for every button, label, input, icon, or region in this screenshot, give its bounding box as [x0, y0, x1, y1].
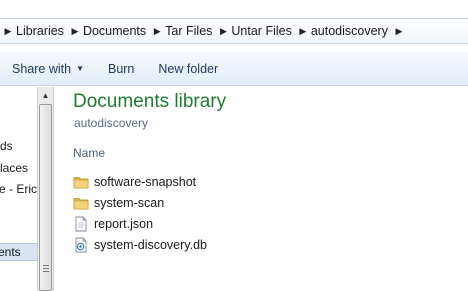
list-item[interactable]: software-snapshot: [73, 171, 453, 192]
burn-button[interactable]: Burn: [102, 58, 140, 80]
breadcrumb-autodiscovery[interactable]: autodiscovery: [309, 24, 393, 38]
file-list: software-snapshot system-scan report.jso…: [73, 171, 453, 255]
file-name: system-scan: [94, 195, 165, 210]
share-with-button[interactable]: Share with ▼: [6, 58, 90, 80]
database-file-icon: [73, 237, 89, 253]
document-icon: [73, 216, 89, 232]
nav-item-label: ents: [0, 245, 21, 259]
chevron-right-icon[interactable]: ▶: [69, 26, 81, 37]
list-item[interactable]: system-discovery.db: [73, 234, 453, 255]
column-header-name[interactable]: Name: [73, 146, 105, 160]
chevron-right-icon[interactable]: ▶: [217, 26, 229, 37]
breadcrumb-tar-files[interactable]: Tar Files: [163, 24, 217, 38]
chevron-right-icon[interactable]: ▶: [151, 26, 163, 37]
folder-icon: [73, 174, 89, 190]
chevron-down-icon: ▼: [76, 64, 84, 73]
nav-item-downloads[interactable]: ds: [0, 139, 13, 153]
file-name: report.json: [94, 216, 154, 231]
file-name: system-discovery.db: [94, 237, 207, 252]
command-toolbar: Share with ▼ Burn New folder: [0, 52, 468, 86]
folder-icon: [73, 195, 89, 211]
nav-item-recent-places[interactable]: laces: [0, 161, 28, 175]
list-item[interactable]: system-scan: [73, 192, 453, 213]
new-folder-label: New folder: [158, 61, 219, 76]
breadcrumb-libraries[interactable]: Libraries: [14, 24, 69, 38]
file-content-area: Documents library autodiscovery Name sof…: [54, 87, 468, 291]
scroll-up-icon[interactable]: ▲: [38, 87, 53, 103]
breadcrumb-untar-files[interactable]: Untar Files: [229, 24, 296, 38]
chevron-right-icon[interactable]: ▶: [393, 26, 405, 37]
new-folder-button[interactable]: New folder: [152, 58, 224, 80]
breadcrumb[interactable]: ▶ Libraries ▶ Documents ▶ Tar Files ▶ Un…: [0, 18, 468, 44]
nav-item-documents-selected[interactable]: ents: [0, 243, 37, 261]
share-with-label: Share with: [12, 61, 72, 76]
scrollbar-thumb[interactable]: [39, 104, 52, 291]
chevron-right-icon[interactable]: ▶: [297, 26, 309, 37]
nav-item-user[interactable]: e - Erics: [0, 182, 37, 196]
grip-icon: [43, 265, 49, 274]
burn-label: Burn: [107, 61, 135, 76]
breadcrumb-documents[interactable]: Documents: [81, 24, 151, 38]
library-subtitle[interactable]: autodiscovery: [74, 116, 148, 130]
navigation-pane: ds laces e - Erics ents: [0, 87, 37, 291]
library-title: Documents library: [73, 91, 227, 112]
nav-scrollbar[interactable]: ▲: [37, 87, 54, 291]
file-name: software-snapshot: [94, 174, 197, 189]
chevron-right-icon[interactable]: ▶: [2, 26, 14, 37]
list-item[interactable]: report.json: [73, 213, 453, 234]
